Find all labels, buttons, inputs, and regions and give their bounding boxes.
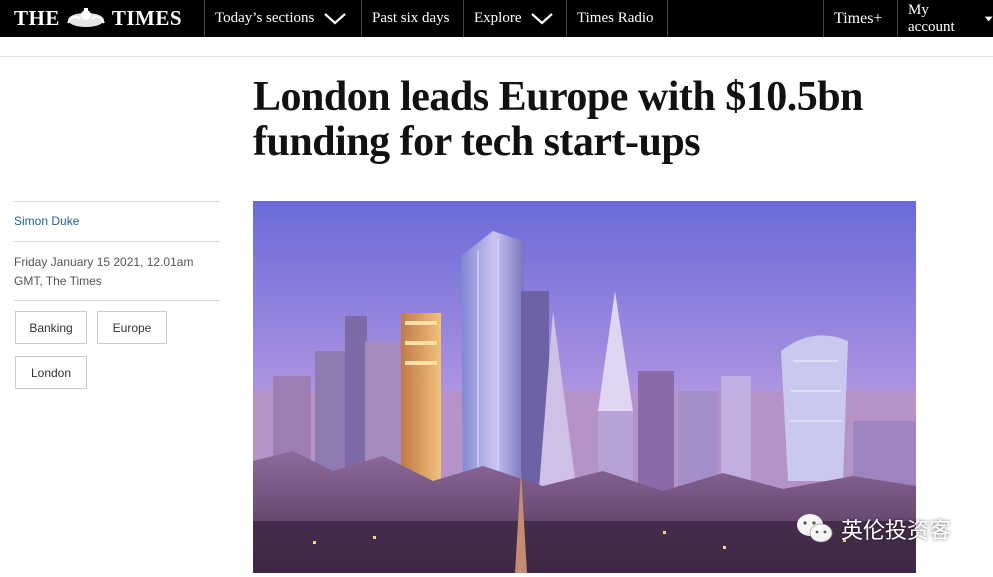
nav-item-past-six-days[interactable]: Past six days bbox=[372, 0, 450, 37]
header-divider bbox=[0, 56, 993, 57]
tag-banking[interactable]: Banking bbox=[15, 311, 87, 344]
nav-divider bbox=[463, 0, 464, 37]
nav-divider bbox=[204, 0, 205, 37]
times-logo[interactable]: THE TIMES bbox=[14, 5, 182, 31]
my-account-label: My account bbox=[908, 1, 955, 35]
meta-divider bbox=[14, 300, 220, 301]
nav-item-label: Times Radio bbox=[577, 10, 654, 26]
tag-europe[interactable]: Europe bbox=[97, 311, 167, 344]
tag-london[interactable]: London bbox=[15, 356, 87, 389]
meta-divider bbox=[14, 201, 220, 202]
logo-text-times: TIMES bbox=[111, 5, 183, 30]
my-account-menu[interactable]: My account bbox=[908, 0, 993, 37]
nav-item-times-radio[interactable]: Times Radio bbox=[577, 0, 654, 37]
meta-divider bbox=[14, 241, 220, 242]
wechat-watermark: 英伦投资客 bbox=[795, 512, 951, 546]
logo-text-the: THE bbox=[14, 5, 60, 30]
nav-divider bbox=[566, 0, 567, 37]
nav-divider bbox=[667, 0, 668, 37]
top-navigation-bar: THE TIMES Today’s sections Past six days… bbox=[0, 0, 993, 37]
chevron-down-icon bbox=[324, 12, 347, 24]
chevron-down-icon bbox=[531, 12, 554, 24]
times-plus-link[interactable]: Times+ bbox=[834, 0, 882, 37]
nav-divider bbox=[897, 0, 898, 37]
publish-date: Friday January 15 2021, 12.01am GMT, The… bbox=[14, 255, 194, 288]
nav-item-label: Explore bbox=[474, 10, 522, 26]
author-link[interactable]: Simon Duke bbox=[14, 214, 79, 228]
chevron-down-icon bbox=[984, 16, 993, 21]
article-headline: London leads Europe with $10.5bn funding… bbox=[253, 74, 863, 165]
watermark-text: 英伦投资客 bbox=[841, 519, 952, 544]
nav-divider bbox=[361, 0, 362, 37]
wechat-icon bbox=[797, 514, 833, 543]
nav-item-label: Past six days bbox=[372, 10, 450, 26]
nav-item-label: Today’s sections bbox=[215, 10, 315, 26]
royal-crest-icon bbox=[67, 8, 105, 27]
nav-item-explore[interactable]: Explore bbox=[474, 0, 554, 37]
nav-item-todays-sections[interactable]: Today’s sections bbox=[215, 0, 347, 37]
nav-divider bbox=[823, 0, 824, 37]
